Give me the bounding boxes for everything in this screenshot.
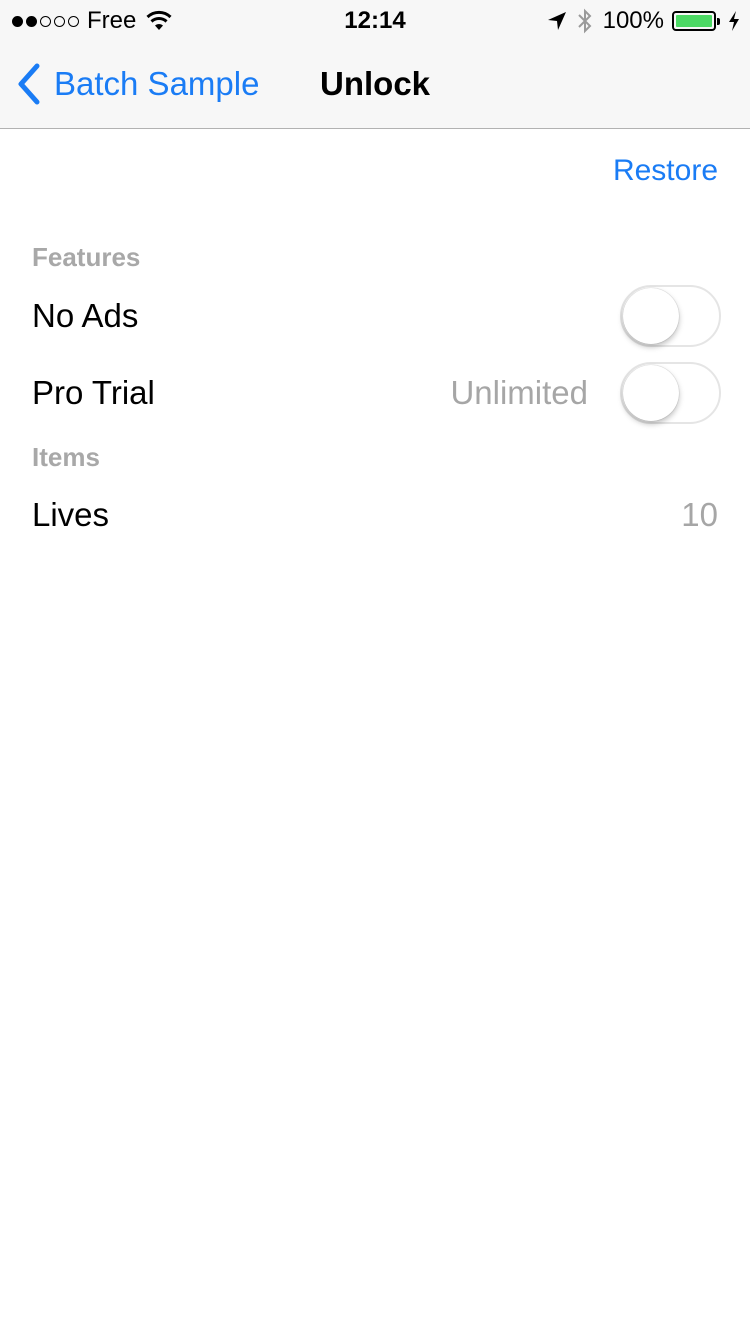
toggle-knob bbox=[623, 365, 679, 421]
lives-value: 10 bbox=[681, 496, 718, 533]
chevron-left-icon bbox=[18, 63, 40, 105]
row-no-ads: No Ads bbox=[0, 281, 750, 351]
toggle-knob bbox=[623, 288, 679, 344]
location-arrow-icon bbox=[547, 12, 566, 30]
back-button[interactable]: Batch Sample bbox=[16, 62, 259, 106]
status-bar: Free 12:14 100% bbox=[0, 0, 750, 40]
battery-tip bbox=[717, 18, 720, 25]
pro-trial-label: Pro Trial bbox=[32, 374, 155, 411]
bluetooth-icon bbox=[577, 8, 592, 34]
navigation-bar: Batch Sample Unlock bbox=[0, 40, 750, 129]
back-button-label: Batch Sample bbox=[54, 65, 260, 102]
no-ads-label: No Ads bbox=[32, 297, 139, 334]
battery-icon bbox=[672, 11, 720, 31]
battery-fill bbox=[676, 15, 712, 27]
page-title: Unlock bbox=[320, 65, 431, 102]
pro-trial-toggle[interactable] bbox=[620, 362, 721, 424]
row-pro-trial: Pro Trial Unlimited bbox=[0, 358, 750, 428]
status-right: 100% bbox=[547, 6, 740, 36]
battery-percent: 100% bbox=[602, 7, 664, 34]
pro-trial-detail: Unlimited bbox=[450, 374, 588, 411]
section-header-features: Features bbox=[32, 242, 141, 272]
restore-button[interactable]: Restore bbox=[613, 154, 718, 188]
charging-bolt-icon bbox=[729, 11, 739, 31]
row-lives[interactable]: Lives 10 bbox=[0, 480, 750, 550]
section-header-items: Items bbox=[32, 442, 100, 472]
lives-label: Lives bbox=[32, 496, 110, 533]
no-ads-toggle[interactable] bbox=[620, 285, 721, 347]
